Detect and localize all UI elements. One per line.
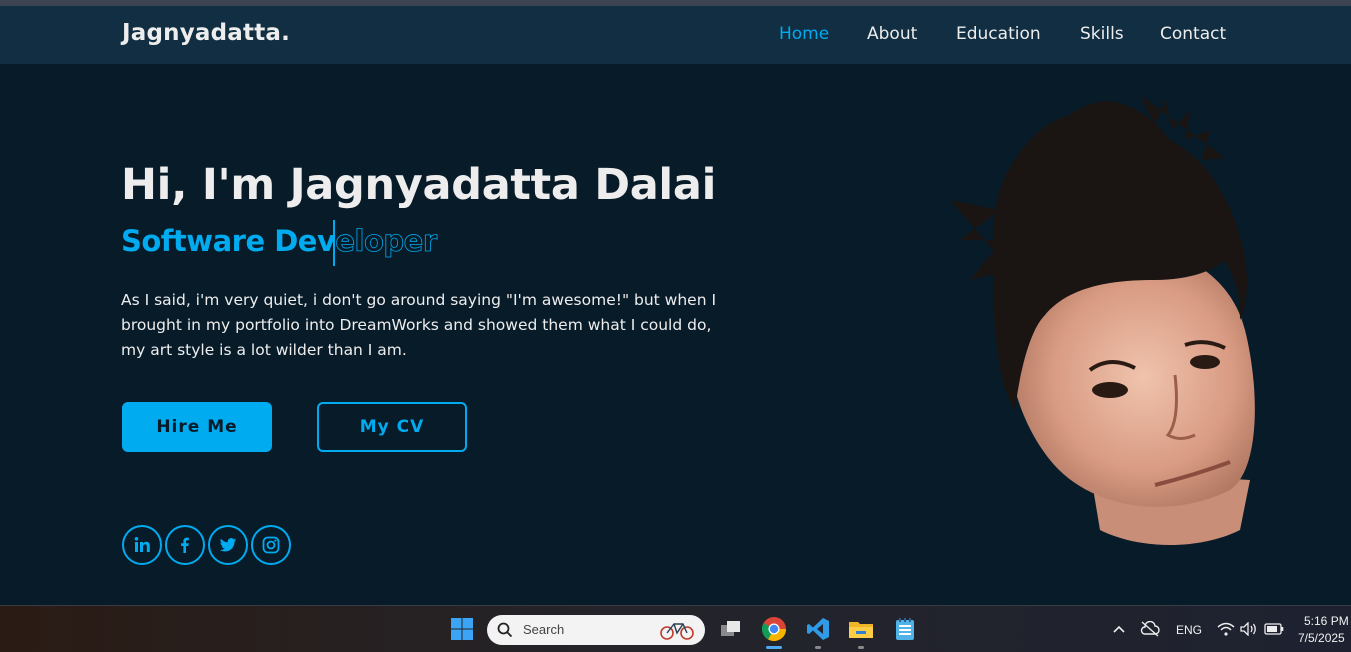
vscode-indicator	[815, 646, 821, 649]
facebook-icon[interactable]	[165, 525, 205, 565]
my-cv-button[interactable]: My CV	[317, 402, 467, 452]
nav-home[interactable]: Home	[779, 24, 829, 44]
site-logo[interactable]: Jagnyadatta.	[122, 20, 290, 46]
bicycle-icon	[660, 623, 694, 640]
nav-contact[interactable]: Contact	[1160, 24, 1226, 44]
subtitle-outline-text: eloper	[335, 224, 438, 259]
clock-time[interactable]: 5:16 PM	[1304, 614, 1349, 628]
nav-education[interactable]: Education	[956, 24, 1041, 44]
profile-photo	[950, 95, 1255, 545]
hero-paragraph: As I said, i'm very quiet, i don't go ar…	[121, 291, 717, 359]
language-indicator[interactable]: ENG	[1176, 623, 1202, 637]
file-explorer-icon[interactable]	[846, 614, 876, 644]
windows-start-icon[interactable]	[447, 614, 477, 644]
taskbar-search-box[interactable]: Search	[487, 615, 705, 645]
explorer-indicator	[858, 646, 864, 649]
chrome-icon[interactable]	[759, 614, 789, 644]
cloud-offline-icon[interactable]	[1135, 614, 1165, 644]
linkedin-icon[interactable]	[122, 525, 162, 565]
battery-icon[interactable]	[1259, 614, 1289, 644]
chevron-up-icon[interactable]	[1104, 614, 1134, 644]
task-view-icon[interactable]	[716, 614, 746, 644]
windows-taskbar: Search ENG 5:16 PM 7/5/2025	[0, 605, 1351, 652]
hero-section: Hi, I'm Jagnyadatta Dalai Software Devel…	[0, 64, 1351, 605]
twitter-icon[interactable]	[208, 525, 248, 565]
hero-title: Hi, I'm Jagnyadatta Dalai	[121, 160, 717, 210]
notepad-icon[interactable]	[890, 614, 920, 644]
subtitle-typed-text: Software Dev	[121, 224, 336, 258]
chrome-active-indicator	[766, 646, 782, 649]
hero-subtitle: Software Developer	[121, 220, 438, 266]
nav-about[interactable]: About	[867, 24, 917, 44]
nav-skills[interactable]: Skills	[1080, 24, 1124, 44]
hire-me-button[interactable]: Hire Me	[122, 402, 272, 452]
typing-caret	[333, 220, 335, 266]
search-icon	[497, 622, 513, 638]
vscode-icon[interactable]	[803, 614, 833, 644]
instagram-icon[interactable]	[251, 525, 291, 565]
navbar: Jagnyadatta. Home About Education Skills…	[0, 6, 1351, 64]
clock-date[interactable]: 7/5/2025	[1298, 631, 1345, 645]
search-placeholder: Search	[523, 622, 565, 637]
